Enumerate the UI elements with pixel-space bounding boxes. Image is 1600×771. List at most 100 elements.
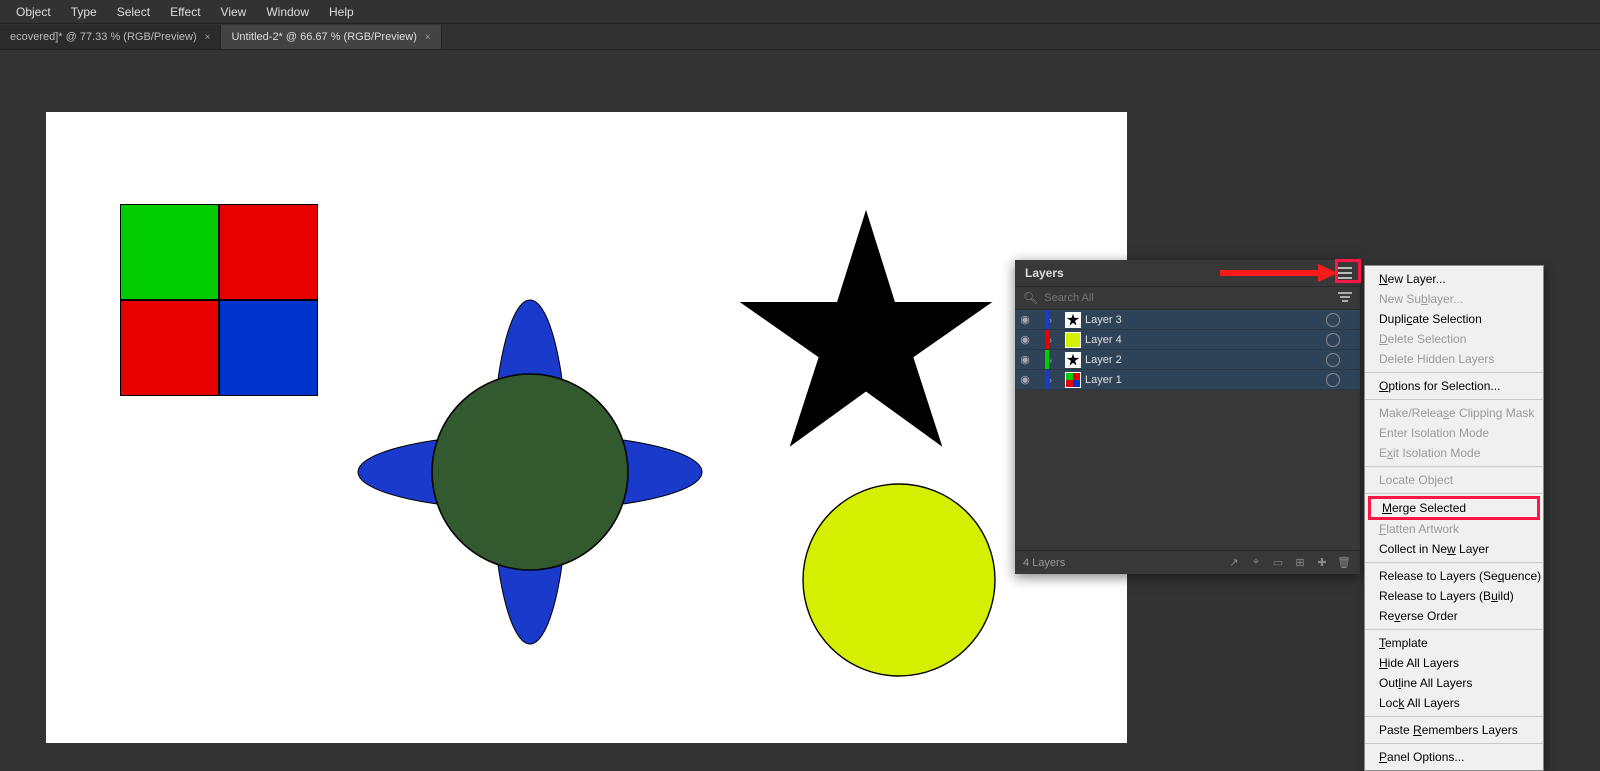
workspace: Layers 🔍︎ ◉ › Layer 3 ◉ › Layer 4 ◉ › Layer 2 ◉ › L…	[0, 50, 1600, 767]
menu-separator	[1365, 562, 1543, 563]
document-tab-0[interactable]: ecovered]* @ 77.33 % (RGB/Preview) ×	[0, 25, 221, 49]
flyout-item-new-layer[interactable]: New Layer...	[1365, 269, 1543, 289]
layer-thumbnail	[1065, 372, 1081, 388]
layers-panel-header: Layers	[1015, 260, 1360, 286]
chevron-right-icon[interactable]: ›	[1049, 315, 1061, 325]
layer-thumbnail	[1065, 312, 1081, 328]
square-cell	[219, 300, 318, 396]
flyout-item-options-for-selection[interactable]: Options for Selection...	[1365, 376, 1543, 396]
export-icon[interactable]: ↗	[1226, 555, 1242, 571]
menu-separator	[1365, 716, 1543, 717]
menu-help[interactable]: Help	[319, 2, 364, 22]
target-icon[interactable]	[1326, 353, 1340, 367]
layer-name-label[interactable]: Layer 1	[1085, 374, 1326, 386]
square-cell	[219, 204, 318, 300]
menu-separator	[1365, 493, 1543, 494]
search-icon: 🔍︎	[1023, 291, 1038, 305]
layers-search-input[interactable]	[1044, 292, 1332, 304]
layers-panel-title: Layers	[1025, 266, 1064, 280]
locate-icon[interactable]: ⌖	[1248, 555, 1264, 571]
menu-object[interactable]: Object	[6, 2, 61, 22]
layers-list: ◉ › Layer 3 ◉ › Layer 4 ◉ › Layer 2 ◉ › Layer 1	[1015, 310, 1360, 390]
target-icon[interactable]	[1326, 333, 1340, 347]
flyout-item-collect-in-new-layer[interactable]: Collect in New Layer	[1365, 539, 1543, 559]
tab-label: Untitled-2* @ 66.67 % (RGB/Preview)	[231, 31, 416, 43]
menu-type[interactable]: Type	[61, 2, 107, 22]
flyout-item-new-sublayer: New Sublayer...	[1365, 289, 1543, 309]
flyout-item-flatten-artwork: Flatten Artwork	[1365, 519, 1543, 539]
layer-row-1[interactable]: ◉ › Layer 4	[1015, 330, 1360, 350]
menu-separator	[1365, 399, 1543, 400]
flyout-item-template[interactable]: Template	[1365, 633, 1543, 653]
target-icon[interactable]	[1326, 313, 1340, 327]
layer-count-label: 4 Layers	[1023, 557, 1065, 569]
new-sublayer-icon[interactable]: ⊞	[1292, 555, 1308, 571]
flyout-item-duplicate-selection[interactable]: Duplicate Selection	[1365, 309, 1543, 329]
visibility-icon[interactable]: ◉	[1015, 333, 1035, 346]
quad-square-shape[interactable]	[120, 204, 318, 396]
layer-thumbnail	[1065, 332, 1081, 348]
flyout-item-delete-hidden-layers: Delete Hidden Layers	[1365, 349, 1543, 369]
selection-indicator	[1346, 356, 1354, 364]
visibility-icon[interactable]: ◉	[1015, 313, 1035, 326]
square-cell	[120, 204, 219, 300]
document-tab-1[interactable]: Untitled-2* @ 66.67 % (RGB/Preview) ×	[221, 25, 441, 49]
cross-ellipse-shape[interactable]	[320, 282, 740, 702]
tab-label: ecovered]* @ 77.33 % (RGB/Preview)	[10, 31, 197, 43]
target-icon[interactable]	[1326, 373, 1340, 387]
artboard[interactable]	[46, 112, 1127, 743]
layer-name-label[interactable]: Layer 2	[1085, 354, 1326, 366]
layer-thumbnail	[1065, 352, 1081, 368]
panel-menu-icon[interactable]	[1334, 263, 1356, 283]
chevron-right-icon[interactable]: ›	[1049, 375, 1061, 385]
clip-mask-icon[interactable]: ▭	[1270, 555, 1286, 571]
layer-name-label[interactable]: Layer 4	[1085, 334, 1326, 346]
flyout-item-lock-all-layers[interactable]: Lock All Layers	[1365, 693, 1543, 713]
menu-window[interactable]: Window	[256, 2, 319, 22]
close-icon[interactable]: ×	[425, 32, 431, 43]
layers-panel: Layers 🔍︎ ◉ › Layer 3 ◉ › Layer 4 ◉ › Layer 2 ◉ › L…	[1015, 260, 1360, 574]
flyout-item-make-release-clipping-mask: Make/Release Clipping Mask	[1365, 403, 1543, 423]
square-cell	[120, 300, 219, 396]
chevron-right-icon[interactable]: ›	[1049, 335, 1061, 345]
new-layer-icon[interactable]: ✚	[1314, 555, 1330, 571]
menu-separator	[1365, 743, 1543, 744]
layers-search-row: 🔍︎	[1015, 286, 1360, 310]
menu-separator	[1365, 629, 1543, 630]
flyout-item-delete-selection: Delete Selection	[1365, 329, 1543, 349]
flyout-item-enter-isolation-mode: Enter Isolation Mode	[1365, 423, 1543, 443]
menu-separator	[1365, 466, 1543, 467]
layers-empty-area	[1015, 390, 1360, 550]
close-icon[interactable]: ×	[205, 32, 211, 43]
flyout-item-merge-selected[interactable]: Merge Selected	[1368, 496, 1540, 520]
lime-circle-shape[interactable]	[799, 480, 999, 680]
document-tabbar: ecovered]* @ 77.33 % (RGB/Preview)×Untit…	[0, 24, 1600, 50]
visibility-icon[interactable]: ◉	[1015, 373, 1035, 386]
menu-view[interactable]: View	[211, 2, 257, 22]
layer-name-label[interactable]: Layer 3	[1085, 314, 1326, 326]
trash-icon[interactable]: 🗑	[1336, 555, 1352, 571]
layers-panel-flyout-menu: New Layer...New Sublayer...Duplicate Sel…	[1364, 265, 1544, 771]
star-shape[interactable]	[726, 202, 1006, 452]
flyout-item-release-to-layers-sequence[interactable]: Release to Layers (Sequence)	[1365, 566, 1543, 586]
menu-separator	[1365, 372, 1543, 373]
layer-row-3[interactable]: ◉ › Layer 1	[1015, 370, 1360, 390]
layer-row-2[interactable]: ◉ › Layer 2	[1015, 350, 1360, 370]
layer-row-0[interactable]: ◉ › Layer 3	[1015, 310, 1360, 330]
flyout-item-release-to-layers-build[interactable]: Release to Layers (Build)	[1365, 586, 1543, 606]
flyout-item-panel-options[interactable]: Panel Options...	[1365, 747, 1543, 767]
flyout-item-outline-all-layers[interactable]: Outline All Layers	[1365, 673, 1543, 693]
menu-select[interactable]: Select	[107, 2, 160, 22]
flyout-item-locate-object: Locate Object	[1365, 470, 1543, 490]
layers-panel-footer: 4 Layers ↗ ⌖ ▭ ⊞ ✚ 🗑	[1015, 550, 1360, 574]
flyout-item-reverse-order[interactable]: Reverse Order	[1365, 606, 1543, 626]
menu-effect[interactable]: Effect	[160, 2, 210, 22]
chevron-right-icon[interactable]: ›	[1049, 355, 1061, 365]
selection-indicator	[1346, 316, 1354, 324]
flyout-item-hide-all-layers[interactable]: Hide All Layers	[1365, 653, 1543, 673]
flyout-item-paste-remembers-layers[interactable]: Paste Remembers Layers	[1365, 720, 1543, 740]
selection-indicator	[1346, 336, 1354, 344]
filter-icon[interactable]	[1338, 292, 1352, 304]
visibility-icon[interactable]: ◉	[1015, 353, 1035, 366]
app-menubar: ObjectTypeSelectEffectViewWindowHelp	[0, 0, 1600, 24]
